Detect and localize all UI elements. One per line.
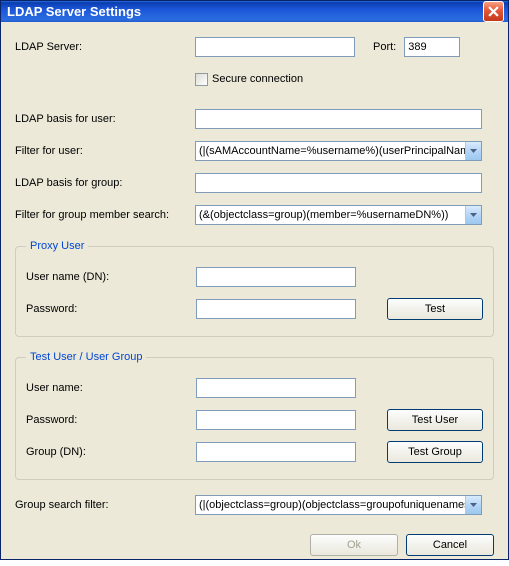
row-filter-member: Filter for group member search: (&(objec… [15,204,494,226]
row-test-group: Group (DN): Test Group [26,441,483,463]
ldap-server-input[interactable] [195,37,355,57]
row-test-username: User name: [26,377,483,399]
checkbox-icon [195,73,208,86]
test-pass-label: Password: [26,414,196,426]
test-group-label: Group (DN): [26,446,196,458]
filter-member-value: (&(objectclass=group)(member=%usernameDN… [196,209,465,221]
group-search-value: (|(objectclass=group)(objectclass=groupo… [196,499,465,511]
row-proxy-pass: Password: Test [26,298,483,320]
chevron-down-icon [470,503,477,507]
row-test-pass: Password: Test User [26,409,483,431]
row-proxy-user: User name (DN): [26,266,483,288]
row-secure: Secure connection [15,68,494,90]
ldap-server-label: LDAP Server: [15,41,195,53]
group-search-dropdown-button[interactable] [465,496,481,514]
test-user-group: Test User / User Group User name: Passwo… [15,351,494,480]
chevron-down-icon [470,149,477,153]
test-group-button[interactable]: Test Group [387,441,483,463]
test-user-legend: Test User / User Group [26,351,146,363]
test-group-input[interactable] [196,442,356,462]
cancel-button[interactable]: Cancel [406,534,494,556]
proxy-user-legend: Proxy User [26,240,88,252]
filter-user-label: Filter for user: [15,145,195,157]
basis-user-label: LDAP basis for user: [15,113,195,125]
filter-member-dropdown-button[interactable] [465,206,481,224]
proxy-user-label: User name (DN): [26,271,196,283]
close-button[interactable] [483,1,504,22]
close-icon [488,6,499,17]
group-search-combo[interactable]: (|(objectclass=group)(objectclass=groupo… [195,495,482,515]
chevron-down-icon [470,213,477,217]
test-pass-input[interactable] [196,410,356,430]
row-ldap-server: LDAP Server: Port: [15,36,494,58]
test-button[interactable]: Test [387,298,483,320]
window-title: LDAP Server Settings [7,4,483,19]
row-basis-user: LDAP basis for user: [15,108,494,130]
test-user-button[interactable]: Test User [387,409,483,431]
proxy-pass-label: Password: [26,303,196,315]
group-search-label: Group search filter: [15,499,195,511]
ok-button[interactable]: Ok [310,534,398,556]
basis-group-label: LDAP basis for group: [15,177,195,189]
basis-group-input[interactable] [195,173,482,193]
proxy-user-group: Proxy User User name (DN): Password: Tes… [15,240,494,337]
titlebar[interactable]: LDAP Server Settings [1,1,508,22]
row-group-search: Group search filter: (|(objectclass=grou… [15,494,494,516]
secure-connection-label: Secure connection [212,73,303,85]
filter-user-combo[interactable]: (|(sAMAccountName=%username%)(userPrinci… [195,141,482,161]
secure-connection-checkbox[interactable]: Secure connection [195,73,303,86]
filter-member-combo[interactable]: (&(objectclass=group)(member=%usernameDN… [195,205,482,225]
port-input[interactable] [404,37,460,57]
filter-member-label: Filter for group member search: [15,209,195,221]
proxy-pass-input[interactable] [196,299,356,319]
dialog-footer: Ok Cancel [15,526,494,556]
test-username-input[interactable] [196,378,356,398]
test-username-label: User name: [26,382,196,394]
filter-user-value: (|(sAMAccountName=%username%)(userPrinci… [196,145,465,157]
row-basis-group: LDAP basis for group: [15,172,494,194]
basis-user-input[interactable] [195,109,482,129]
port-label: Port: [373,41,396,53]
dialog-window: LDAP Server Settings LDAP Server: Port: … [0,0,509,560]
content-area: LDAP Server: Port: Secure connection LDA… [1,22,508,566]
row-filter-user: Filter for user: (|(sAMAccountName=%user… [15,140,494,162]
filter-user-dropdown-button[interactable] [465,142,481,160]
proxy-user-input[interactable] [196,267,356,287]
